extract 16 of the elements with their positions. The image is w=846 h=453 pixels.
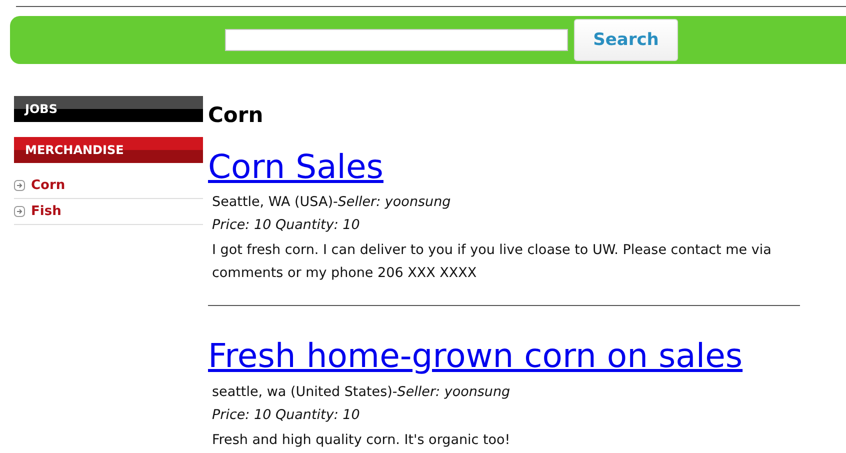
listing-title[interactable]: Corn Sales [208, 149, 384, 186]
listing-location: Seattle, WA (USA)-Seller: yoonsung [212, 193, 452, 212]
listing-description: Fresh and high quality corn. It's organic too! [212, 430, 512, 450]
search-field[interactable] [225, 29, 568, 51]
category-link[interactable]: Fish [14, 199, 203, 225]
category-link[interactable]: Corn [14, 173, 203, 199]
listing-location: seattle, wa (United States)-Seller: yoonsung [212, 382, 512, 402]
category-heading: Corn [208, 103, 264, 127]
arrow-icon [14, 206, 25, 217]
listing-price: Price: 10 Quantity: 10 [212, 216, 361, 236]
listing-description: I got fresh corn. I can deliver to you if you live cloase to UW. Please contact me via comments or my phone 206 XXX XXXX [212, 241, 772, 284]
listing-title[interactable]: Fresh home-grown corn on sales [208, 338, 743, 375]
section-header: JOBS [14, 96, 203, 122]
section-header: MERCHANDISE [14, 137, 203, 163]
listing-price: Price: 10 Quantity: 10 [212, 406, 361, 425]
arrow-icon [14, 180, 25, 191]
